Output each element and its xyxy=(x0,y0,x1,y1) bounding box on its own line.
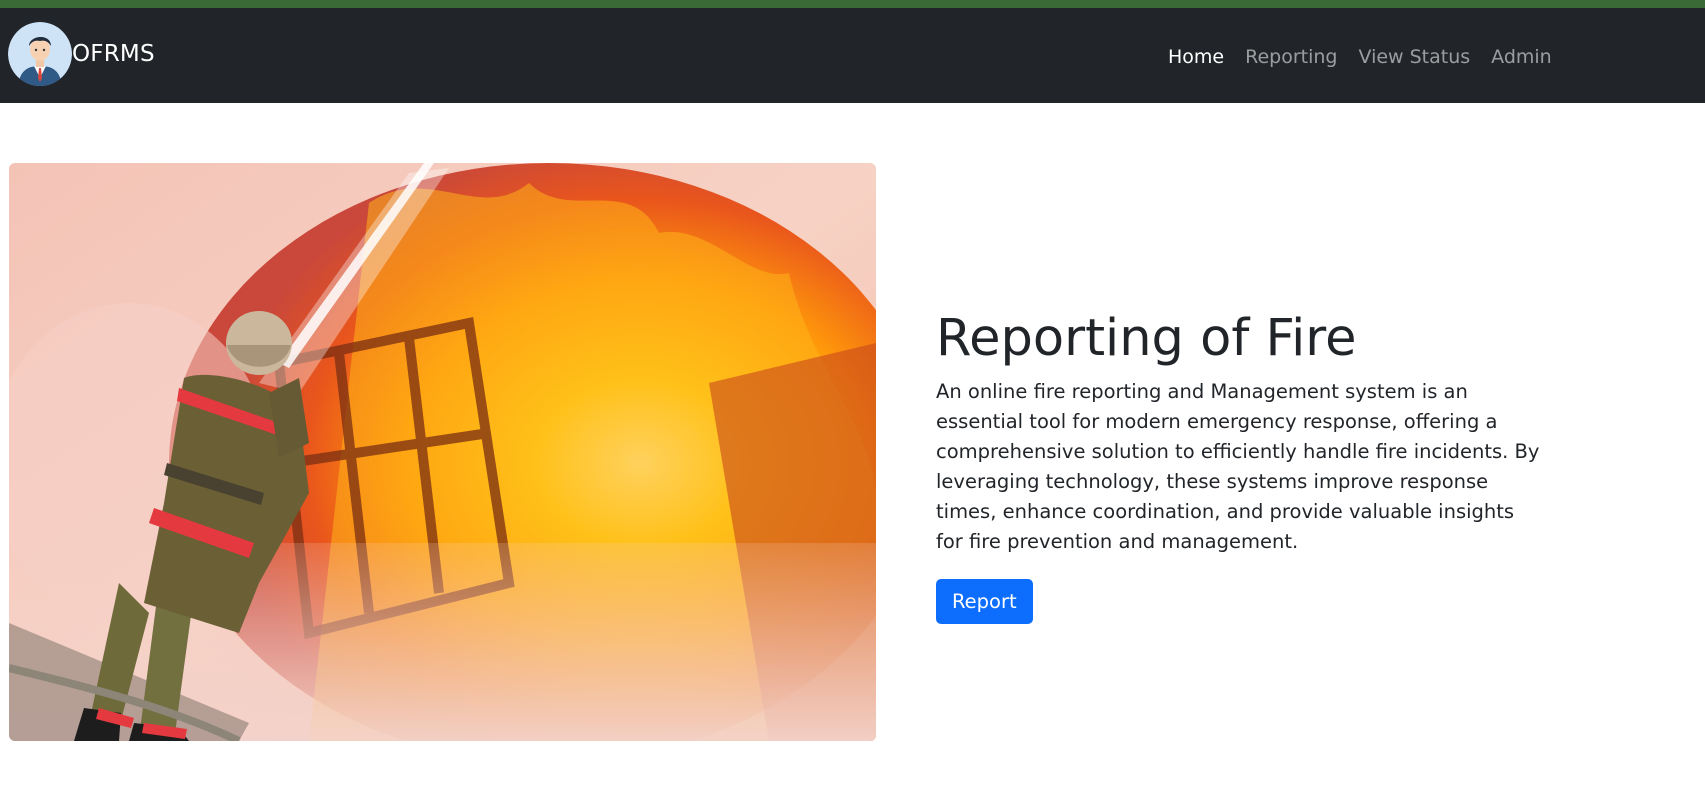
nav-link-reporting[interactable]: Reporting xyxy=(1245,46,1337,68)
hero-content: Reporting of Fire An online fire reporti… xyxy=(936,308,1556,625)
brand-name: OFRMS xyxy=(72,41,155,67)
nav-link-view-status[interactable]: View Status xyxy=(1358,46,1470,68)
report-button[interactable]: Report xyxy=(936,579,1033,625)
navbar: OFRMS Home Reporting View Status Admin xyxy=(0,8,1705,103)
nav-link-admin[interactable]: Admin xyxy=(1491,46,1552,68)
brand-link[interactable]: OFRMS xyxy=(8,22,155,86)
user-avatar-icon xyxy=(8,22,72,86)
hero-image-firefighter xyxy=(9,163,876,741)
nav-menu: Home Reporting View Status Admin xyxy=(1168,46,1573,68)
nav-link-home[interactable]: Home xyxy=(1168,46,1224,68)
hero-title: Reporting of Fire xyxy=(936,309,1357,368)
hero-description: An online fire reporting and Management … xyxy=(936,380,1540,554)
top-accent-strip xyxy=(0,0,1705,8)
